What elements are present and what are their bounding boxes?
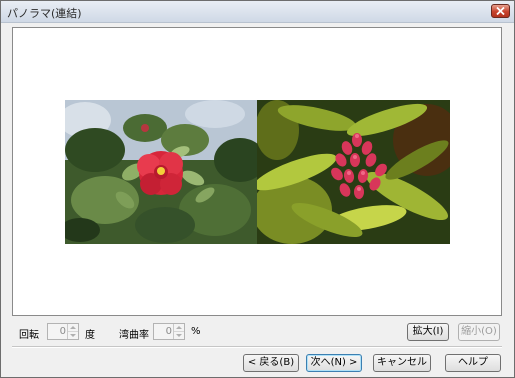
left-photo-camellia: [65, 100, 257, 244]
separator: [12, 346, 502, 348]
dialog-footer: < 戻る(B) 次へ(N) > キャンセル ヘルプ: [1, 353, 514, 373]
rotation-up-arrow-icon[interactable]: [68, 324, 78, 332]
rotation-label: 回転: [19, 330, 39, 341]
curvature-value: 0: [165, 326, 172, 337]
cancel-button[interactable]: キャンセル: [373, 354, 431, 372]
rotation-value: 0: [59, 326, 66, 337]
back-button[interactable]: < 戻る(B): [243, 354, 299, 372]
close-button[interactable]: [491, 4, 510, 18]
zoom-in-button[interactable]: 拡大(I): [407, 323, 449, 341]
next-button[interactable]: 次へ(N) >: [306, 354, 362, 372]
adjustment-controls: 回転 0 度 湾曲率 0 % 拡大(I) 縮小(O): [1, 321, 514, 343]
title-bar[interactable]: パノラマ(連結): [1, 1, 514, 23]
curvature-down-arrow-icon[interactable]: [174, 332, 184, 339]
curvature-label: 湾曲率: [119, 330, 149, 341]
help-button[interactable]: ヘルプ: [445, 354, 501, 372]
rotation-unit: 度: [85, 330, 95, 341]
zoom-out-button[interactable]: 縮小(O): [458, 323, 500, 341]
panorama-dialog: パノラマ(連結) 回転 0 度 湾曲率 0 % 拡大(I) 縮小(O) < 戻る…: [0, 0, 515, 378]
rotation-down-arrow-icon[interactable]: [68, 332, 78, 339]
curvature-spinner[interactable]: 0: [153, 323, 185, 340]
close-icon: [496, 7, 505, 15]
window-title: パノラマ(連結): [7, 7, 82, 20]
right-photo-flower-buds: [257, 100, 450, 244]
curvature-up-arrow-icon[interactable]: [174, 324, 184, 332]
curvature-unit: %: [191, 326, 201, 337]
panorama-preview-canvas: [12, 27, 502, 316]
rotation-spinner[interactable]: 0: [47, 323, 79, 340]
